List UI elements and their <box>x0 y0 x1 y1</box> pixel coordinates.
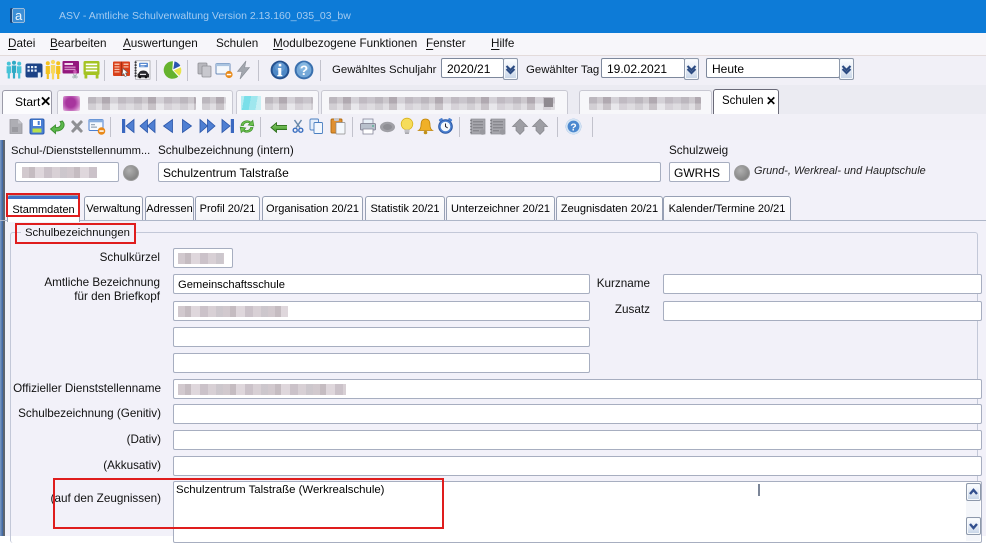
svg-text:?: ? <box>570 122 576 134</box>
svg-text:a: a <box>15 8 23 23</box>
svg-text:?: ? <box>300 63 308 78</box>
